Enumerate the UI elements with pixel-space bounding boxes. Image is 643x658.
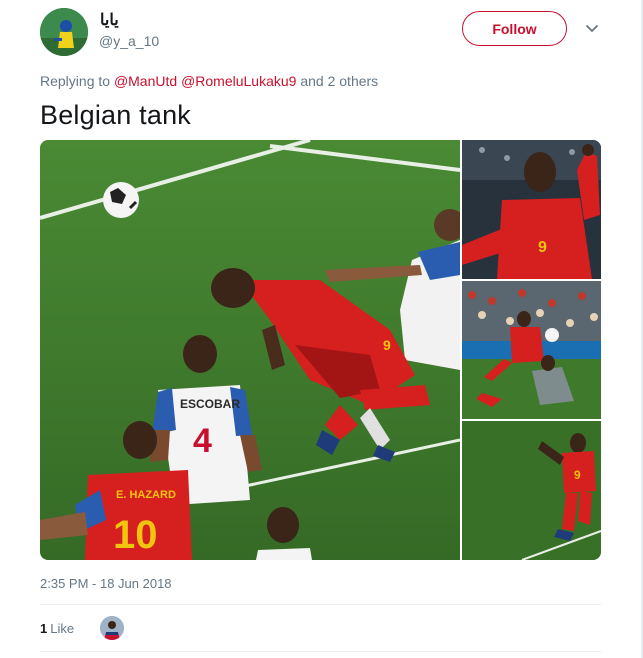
liker-avatar[interactable] xyxy=(100,616,124,640)
lukaku-celebration-photo[interactable]: 9 xyxy=(462,140,601,279)
media-grid: 9 ESCOBAR 4 E. HAZARD 10 9 9 xyxy=(40,140,601,560)
others-link[interactable]: and 2 others xyxy=(300,73,378,89)
mention-link[interactable]: @RomeluLukaku9 xyxy=(181,73,296,89)
running-number: 9 xyxy=(574,468,581,482)
tweet-card: يايا @y_a_10 Follow Replying to @ManUtd … xyxy=(0,0,643,658)
lukaku-number: 9 xyxy=(383,337,391,353)
chevron-down-icon[interactable] xyxy=(584,20,600,36)
like-count-value: 1 xyxy=(40,621,48,636)
escobar-number: 4 xyxy=(193,422,212,460)
mention-link[interactable]: @ManUtd xyxy=(114,73,177,89)
tweet-text: Belgian tank xyxy=(40,100,192,130)
lukaku-running-photo[interactable]: 9 xyxy=(462,421,601,560)
like-label: Like xyxy=(50,621,75,636)
main-photo[interactable]: 9 ESCOBAR 4 E. HAZARD 10 xyxy=(40,140,460,560)
replying-to-prefix: Replying to xyxy=(40,73,111,89)
divider xyxy=(40,651,601,652)
tweet-timestamp[interactable]: 2:35 PM - 18 Jun 2018 xyxy=(40,576,172,591)
celebration-number: 9 xyxy=(538,239,547,256)
hazard-name: E. HAZARD xyxy=(116,489,176,501)
user-avatar[interactable] xyxy=(40,8,88,56)
replying-to: Replying to @ManUtd @RomeluLukaku9 and 2… xyxy=(40,73,378,89)
hazard-number: 10 xyxy=(113,513,158,557)
likes-count[interactable]: 1 Like xyxy=(40,621,74,636)
follow-button[interactable]: Follow xyxy=(462,11,567,46)
display-name[interactable]: يايا xyxy=(100,10,119,30)
escobar-name: ESCOBAR xyxy=(180,397,240,411)
user-handle[interactable]: @y_a_10 xyxy=(99,33,159,49)
divider xyxy=(40,604,601,605)
goal-action-photo[interactable] xyxy=(462,281,601,419)
